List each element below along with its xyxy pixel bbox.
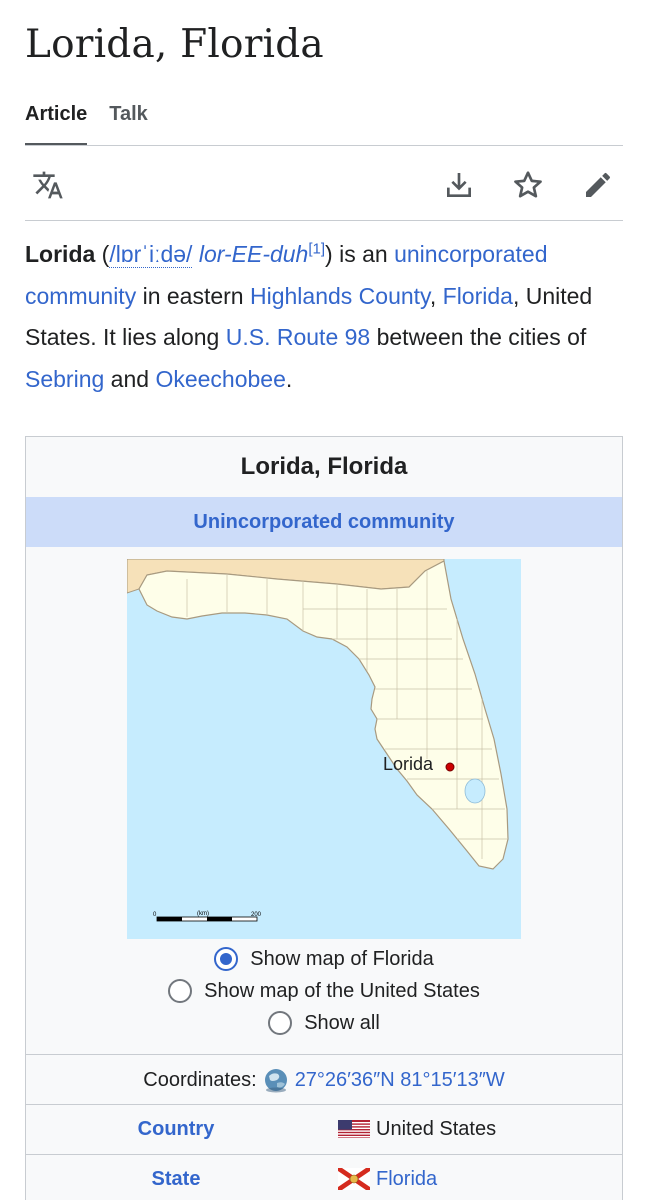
radio-icon[interactable] [268,1011,293,1035]
page-actions-toolbar [25,160,623,210]
infobox: Lorida, Florida Unincorporated community… [25,436,623,1200]
page-tabs: Article Talk [25,103,148,146]
map-option-united-states[interactable]: Show map of the United States [26,975,622,1007]
infobox-row-state: State Florida [26,1154,622,1200]
download-icon[interactable] [442,168,476,202]
language-icon[interactable] [31,168,65,202]
link-highlands-county[interactable]: Highlands County [250,283,430,309]
citation-link[interactable]: [1] [308,240,325,257]
page-title: Lorida, Florida [25,22,324,67]
location-map[interactable]: Lorida 0 (km) 200 [126,558,521,939]
florida-flag-icon[interactable] [338,1168,370,1190]
link-florida[interactable]: Florida [443,283,513,309]
link-okeechobee[interactable]: Okeechobee [155,366,285,392]
location-marker-icon [445,762,455,772]
intro-text: . [285,365,293,392]
infobox-subheader[interactable]: Unincorporated community [26,497,622,547]
map-options: Show map of Florida Show map of the Unit… [26,943,622,1039]
coordinates-row: Coordinates: 27°26′36″N 81°15′13″W [26,1055,622,1105]
map-option-label: Show all [304,1011,380,1034]
intro-text: ( [95,241,110,267]
intro-paragraph: Lorida (/lɒrˈiːdə/ lor-EE-duh[1]) is an … [25,234,625,400]
row-label-country[interactable]: Country [26,1118,326,1141]
link-us-route-98[interactable]: U.S. Route 98 [226,324,370,350]
edit-icon[interactable] [581,168,615,202]
intro-text: between the cities of [370,324,587,350]
row-value-country: United States [376,1117,497,1140]
radio-selected-icon[interactable] [214,947,239,971]
map-option-show-all[interactable]: Show all [26,1007,622,1039]
lake-okeechobee [464,778,486,804]
tabs-divider [25,145,623,146]
map-marker-label: Lorida [383,754,434,774]
article-subject: Lorida [25,241,96,267]
scale-unit-label: (km) [197,911,209,917]
respelling-link[interactable]: lor-EE-duh [199,241,309,267]
row-label-state[interactable]: State [26,1168,326,1191]
infobox-row-country: Country United States [26,1104,622,1154]
intro-text: ) is an [325,241,395,267]
row-value-state-link[interactable]: Florida [376,1168,437,1191]
us-flag-icon[interactable] [338,1120,370,1138]
map-option-label: Show map of Florida [250,947,434,970]
ipa-link[interactable]: /lɒrˈiːdə/ [109,241,193,268]
coordinates-link[interactable]: 27°26′36″N 81°15′13″W [295,1069,505,1092]
scale-end-label: 200 [251,912,262,918]
tab-talk[interactable]: Talk [109,103,148,146]
florida-map-svg: Lorida 0 (km) 200 [126,558,521,939]
intro-text: in eastern [136,282,250,309]
intro-text: and [104,365,156,392]
intro-text: , [429,282,443,309]
map-option-florida[interactable]: Show map of Florida [26,943,622,975]
tab-article[interactable]: Article [25,103,88,146]
radio-icon[interactable] [168,979,193,1003]
coordinates-label: Coordinates: [143,1068,257,1091]
star-icon[interactable] [511,168,545,202]
map-option-label: Show map of the United States [204,979,480,1002]
link-sebring[interactable]: Sebring [25,366,104,392]
infobox-title: Lorida, Florida [240,453,408,480]
toolbar-divider [25,220,623,221]
globe-icon[interactable] [263,1067,289,1093]
